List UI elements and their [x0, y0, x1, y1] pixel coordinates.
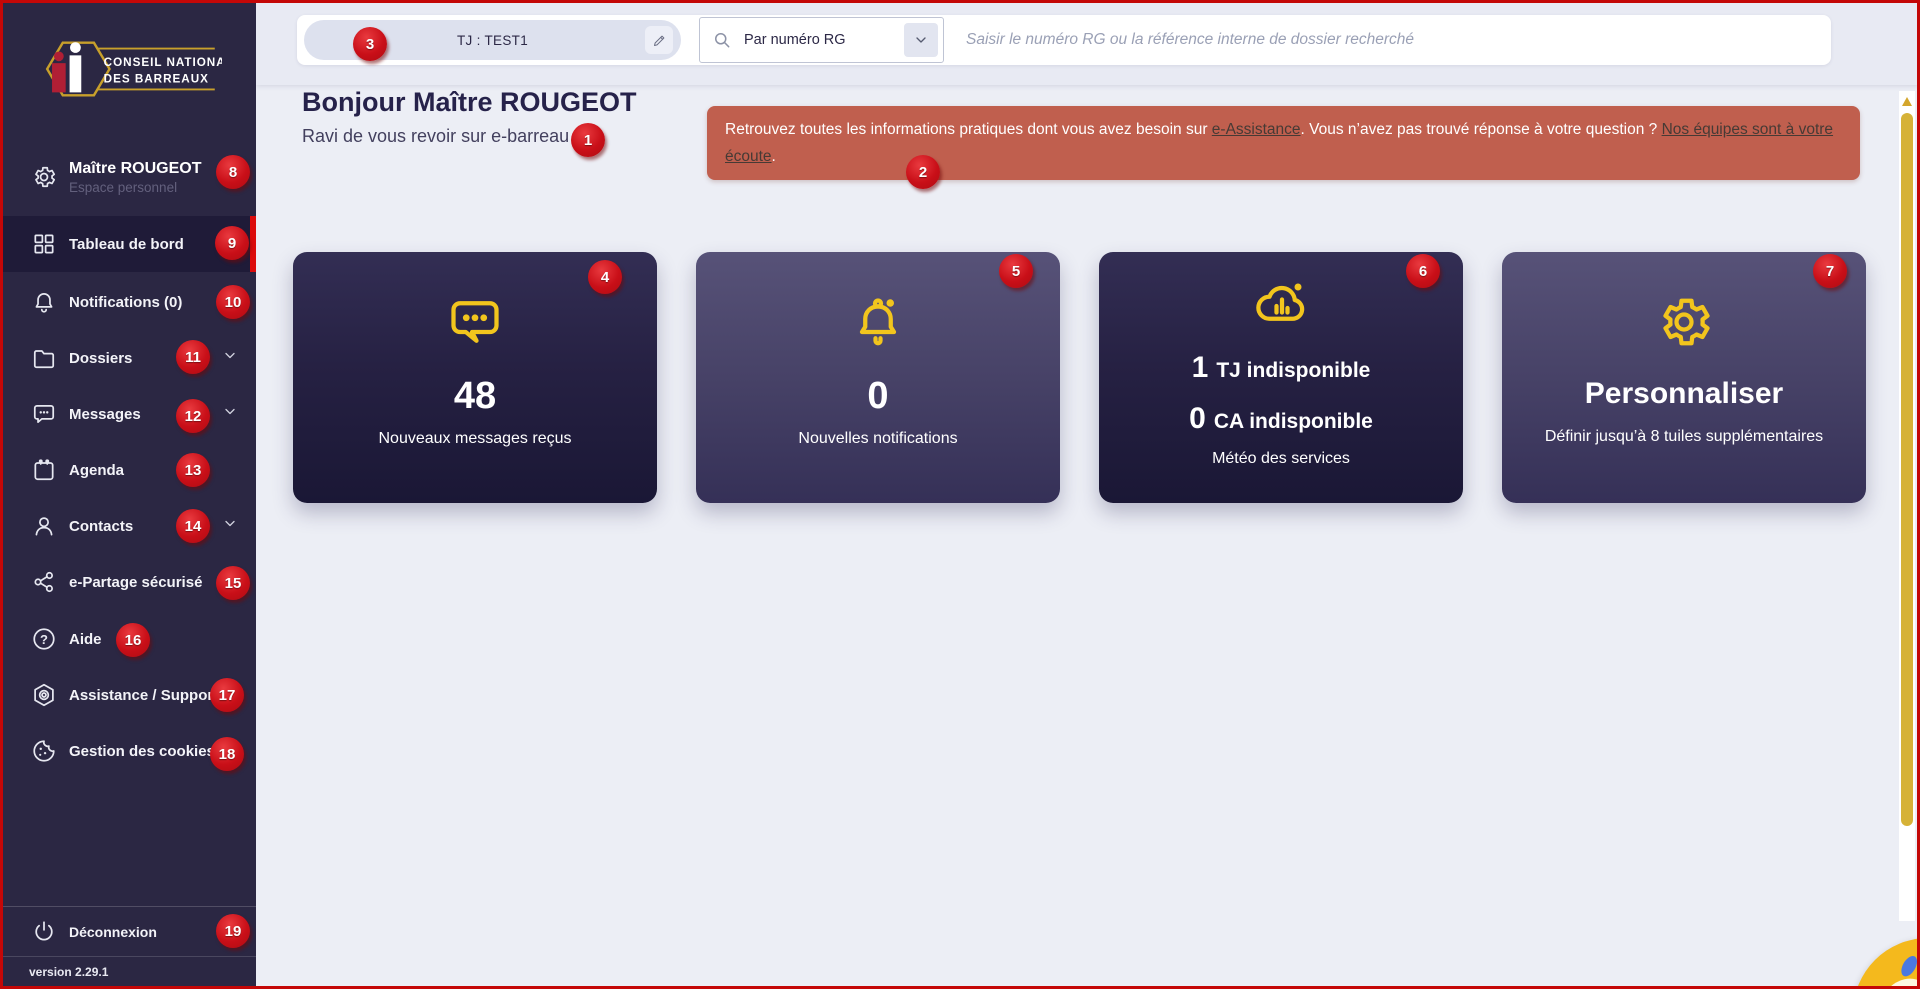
annotation-badge-2: 2: [906, 155, 940, 189]
logo-line1: CONSEIL NATIONAL: [104, 56, 222, 69]
ca-status-line: 0 CA indisponible: [1189, 401, 1373, 437]
greeting-title: Bonjour Maître ROUGEOT: [302, 87, 637, 117]
version-label: version 2.29.1: [29, 964, 109, 979]
annotation-badge-11: 11: [176, 340, 210, 374]
topbar: TJ : TEST1 Par numéro RG: [256, 3, 1917, 85]
search-icon: [715, 33, 730, 48]
annotation-badge-19: 19: [216, 914, 250, 948]
profile-subtitle: Espace personnel: [69, 179, 178, 195]
dashboard-grid-icon: [31, 231, 57, 257]
annotation-badge-5: 5: [999, 254, 1033, 288]
jurisdiction-value: TJ : TEST1: [456, 32, 528, 48]
sidebar-item-label: Notifications (0): [69, 293, 183, 311]
gear-icon: [1654, 292, 1714, 352]
tile-label: Nouvelles notifications: [798, 430, 958, 447]
help-icon: ?: [31, 626, 57, 652]
cnb-logo[interactable]: CONSEIL NATIONAL DES BARREAUX: [3, 3, 256, 135]
chevron-down-icon[interactable]: [904, 23, 938, 57]
annotation-badge-4: 4: [588, 260, 622, 294]
support-icon: [31, 682, 57, 708]
annotation-badge-7: 7: [1813, 254, 1847, 288]
lemon-icon: [1882, 956, 1917, 986]
share-icon: [31, 569, 57, 595]
annotation-badge-10: 10: [216, 285, 250, 319]
chat-bubble-icon: [31, 401, 57, 427]
scrollbar-thumb[interactable]: [1901, 113, 1913, 826]
chat-bubble-icon: [445, 292, 505, 352]
annotation-badge-13: 13: [176, 453, 210, 487]
search-input[interactable]: [966, 20, 1811, 60]
scrollbar-up-arrow[interactable]: [1902, 97, 1912, 106]
search-filter-value: Par numéro RG: [744, 32, 846, 48]
assistance-banner: Retrouvez toutes les informations pratiq…: [707, 106, 1860, 180]
annotation-badge-6: 6: [1406, 254, 1440, 288]
annotation-badge-9: 9: [215, 226, 249, 260]
annotation-badge-1: 1: [571, 123, 605, 157]
banner-text: . Vous n’avez pas trouvé réponse à votre…: [1300, 121, 1662, 138]
chevron-down-icon[interactable]: [222, 348, 238, 369]
annotation-badge-12: 12: [176, 399, 210, 433]
sidebar-item-label: Assistance / Support: [69, 686, 219, 704]
banner-text: Retrouvez toutes les informations pratiq…: [725, 121, 1212, 138]
ca-label: CA indisponible: [1213, 410, 1373, 433]
e-assistance-link[interactable]: e-Assistance: [1212, 121, 1301, 138]
sidebar-item-dossiers[interactable]: Dossiers: [3, 330, 256, 386]
annotation-badge-18: 18: [210, 737, 244, 771]
tile-label: Météo des services: [1212, 450, 1350, 467]
greeting-subtitle: Ravi de vous revoir sur e-barreau: [302, 126, 570, 146]
annotation-badge-16: 16: [116, 623, 150, 657]
lemon-help-widget[interactable]: [1853, 938, 1917, 986]
svg-text:?: ?: [40, 632, 48, 647]
sidebar-item-messages[interactable]: Messages: [3, 386, 256, 442]
tile-value: 48: [453, 375, 497, 417]
banner-text: .: [771, 148, 776, 165]
logo-line2: DES BARREAUX: [104, 73, 209, 86]
sidebar-item-label: Agenda: [69, 461, 125, 479]
tile-label: Définir jusqu’à 8 tuiles supplémentaires: [1544, 428, 1824, 445]
version-bar: version 2.29.1: [3, 956, 256, 986]
folder-icon: [31, 345, 57, 371]
sidebar-item-label: Gestion des cookies: [69, 742, 215, 760]
search-filter-select[interactable]: Par numéro RG: [699, 17, 944, 63]
bell-icon: [848, 292, 908, 352]
annotation-badge-8: 8: [216, 155, 250, 189]
annotation-badge-3: 3: [353, 27, 387, 61]
annotation-badge-15: 15: [216, 566, 250, 600]
tj-count: 1: [1191, 351, 1209, 384]
tj-label: TJ indisponible: [1216, 359, 1371, 382]
calendar-icon: [31, 457, 57, 483]
power-icon: [31, 919, 57, 945]
sidebar-item-label: Tableau de bord: [69, 235, 184, 253]
chevron-down-icon[interactable]: [222, 516, 238, 537]
sidebar: CONSEIL NATIONAL DES BARREAUX Maître ROU…: [3, 3, 256, 986]
logout-label: Déconnexion: [69, 923, 157, 940]
sidebar-item-agenda[interactable]: Agenda: [3, 442, 256, 498]
sidebar-item-label: Contacts: [69, 517, 134, 535]
sidebar-item-label: e-Partage sécurisé: [69, 573, 203, 591]
cloud-status-icon: [1251, 275, 1311, 335]
sidebar-item-label: Dossiers: [69, 349, 133, 367]
sidebar-item-label: Messages: [69, 405, 141, 423]
bell-icon: [31, 289, 57, 315]
tj-status-line: 1 TJ indisponible: [1192, 350, 1371, 386]
chevron-down-icon[interactable]: [222, 404, 238, 425]
profile-name: Maître ROUGEOT: [69, 159, 202, 177]
search-card: TJ : TEST1 Par numéro RG: [297, 15, 1831, 65]
edit-pencil-icon[interactable]: [645, 26, 673, 54]
cookie-icon: [31, 738, 57, 764]
e-barreau-dashboard: CONSEIL NATIONAL DES BARREAUX Maître ROU…: [0, 0, 1920, 989]
person-icon: [31, 513, 57, 539]
annotation-badge-17: 17: [210, 678, 244, 712]
tile-nouvelles-notifications[interactable]: 0 Nouvelles notifications: [696, 252, 1060, 503]
ca-count: 0: [1189, 402, 1206, 435]
tile-value: 0: [867, 375, 889, 417]
sidebar-item-label: Aide: [69, 630, 102, 648]
tile-personnaliser[interactable]: Personnaliser Définir jusqu’à 8 tuiles s…: [1502, 252, 1866, 503]
gear-icon: [31, 164, 57, 190]
tile-title: Personnaliser: [1584, 377, 1784, 410]
annotation-badge-14: 14: [176, 509, 210, 543]
tile-meteo-des-services[interactable]: 1 TJ indisponible 0 CA indisponible Météo …: [1099, 252, 1463, 503]
sidebar-item-contacts[interactable]: Contacts: [3, 498, 256, 554]
tile-label: Nouveaux messages reçus: [378, 430, 572, 447]
